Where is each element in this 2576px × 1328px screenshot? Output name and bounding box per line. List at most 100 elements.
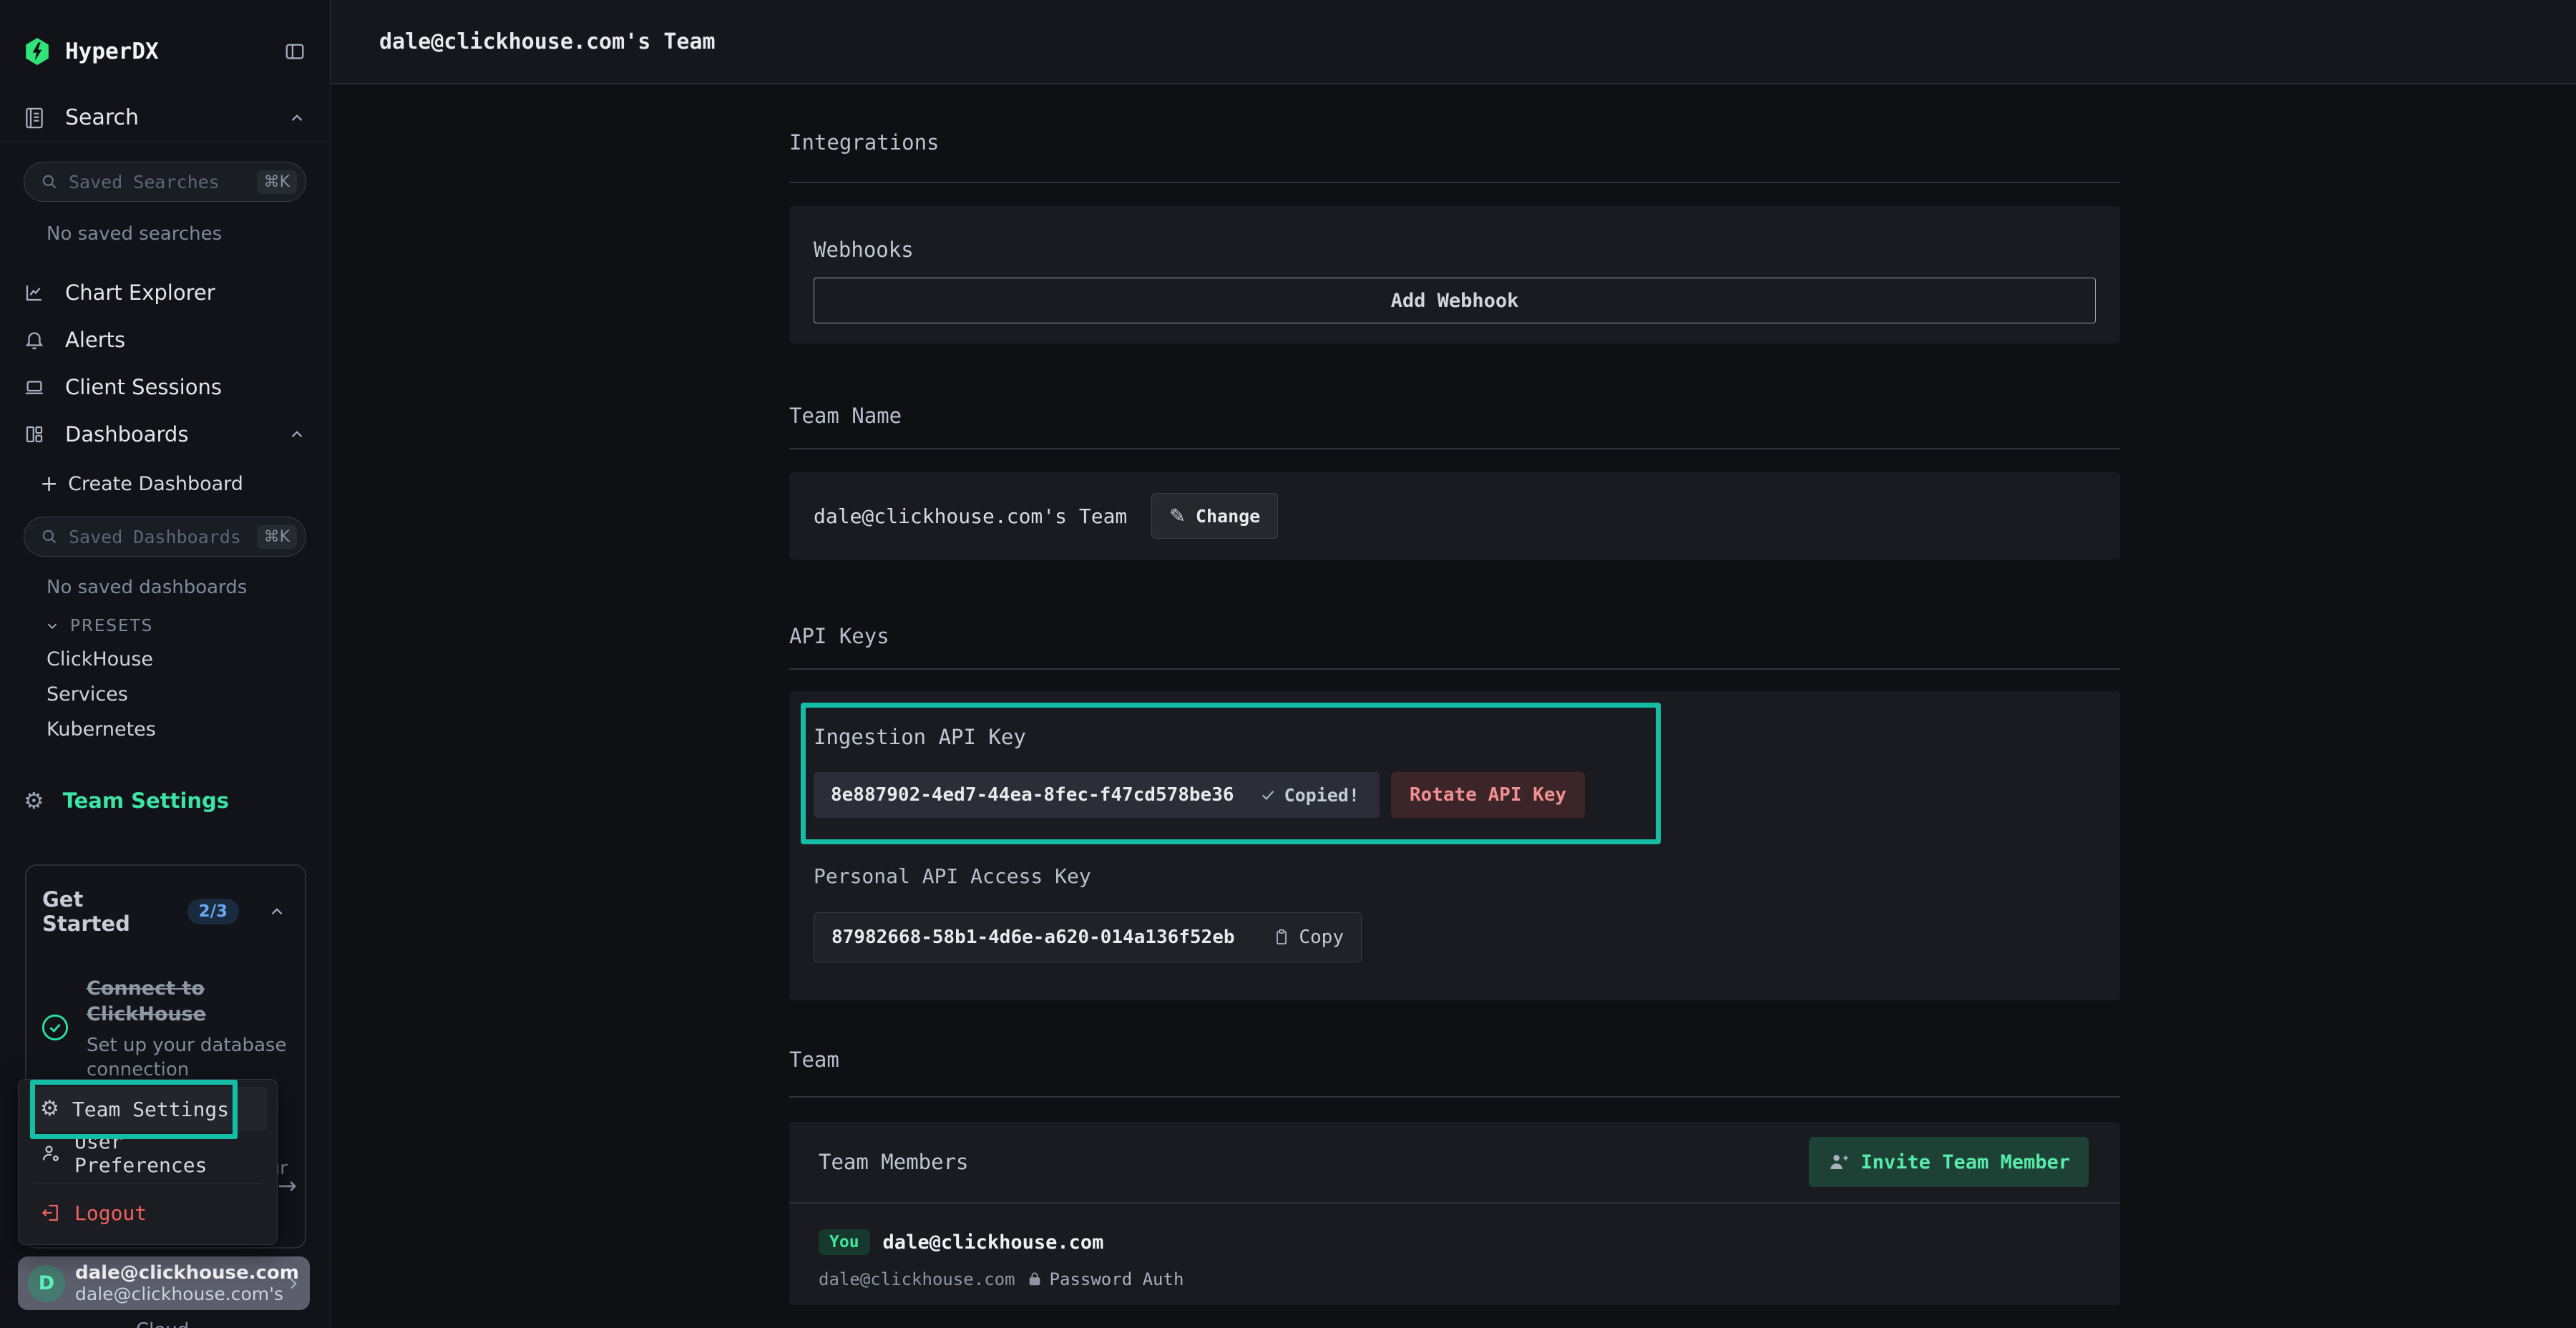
saved-dashboards-shortcut: ⌘K	[257, 525, 297, 549]
clipboard-icon	[1273, 928, 1290, 947]
gear-icon: ⚙	[40, 1098, 59, 1120]
topbar: dale@clickhouse.com's Team	[331, 0, 2576, 84]
sidebar-item-team-settings[interactable]: ⚙ Team Settings	[0, 778, 330, 824]
presets-label: PRESETS	[70, 617, 153, 635]
chart-line-icon	[24, 282, 45, 303]
user-team: dale@clickhouse.com's	[75, 1284, 274, 1304]
auth-method-label: Password Auth	[1050, 1269, 1184, 1289]
preset-kubernetes[interactable]: Kubernetes	[47, 718, 330, 741]
get-started-step-1[interactable]: Connect to ClickHouse Set up your databa…	[26, 976, 305, 1082]
user-name: dale@clickhouse.com	[75, 1262, 274, 1284]
sidebar-item-chart-explorer[interactable]: Chart Explorer	[0, 269, 330, 316]
logo-row: HyperDX	[0, 0, 330, 74]
progress-badge: 2/3	[187, 899, 239, 924]
personal-key-value: 87982668-58b1-4d6e-a620-014a136f52eb	[831, 927, 1235, 948]
invite-button-label: Invite Team Member	[1860, 1151, 2070, 1173]
team-member-row: You dale@clickhouse.com dale@clickhouse.…	[789, 1204, 2120, 1289]
sidebar-item-alerts[interactable]: Alerts	[0, 316, 330, 363]
saved-dashboards-input[interactable]	[69, 527, 247, 547]
sidebar-nav: Chart Explorer Alerts Client Sessions Da…	[0, 269, 330, 458]
chevron-up-icon	[288, 425, 306, 444]
laptop-icon	[24, 376, 45, 398]
magnifier-icon	[40, 527, 59, 546]
sidebar: HyperDX Search ⌘K No saved searches Char…	[0, 0, 331, 1328]
avatar: D	[28, 1265, 65, 1302]
personal-key-chip[interactable]: 87982668-58b1-4d6e-a620-014a136f52eb Cop…	[814, 912, 1362, 962]
copied-label: Copied!	[1284, 785, 1360, 806]
create-dashboard-button[interactable]: + Create Dashboard	[0, 462, 330, 505]
webhooks-title: Webhooks	[814, 238, 2096, 262]
dashboard-grid-icon	[24, 424, 45, 445]
sidebar-item-label: Client Sessions	[65, 375, 306, 399]
team-name-card: dale@clickhouse.com's Team ✎ Change	[789, 472, 2120, 560]
menu-item-logout[interactable]: Logout	[29, 1191, 267, 1235]
gear-icon: ⚙	[24, 789, 44, 812]
main-content: Integrations Webhooks Add Webhook Team N…	[789, 84, 2120, 1305]
team-section-label: Team	[789, 1048, 2120, 1072]
step-description: Set up your database connection	[87, 1034, 291, 1083]
rotate-api-key-button[interactable]: Rotate API Key	[1391, 772, 1585, 818]
sidebar-item-label: Chart Explorer	[65, 280, 306, 305]
team-members-title: Team Members	[819, 1150, 969, 1174]
member-email: dale@clickhouse.com	[819, 1269, 1015, 1289]
ingestion-key-chip[interactable]: 8e887902-4ed7-44ea-8fec-f47cd578be36 Cop…	[814, 772, 1380, 818]
webhooks-card: Webhooks Add Webhook	[789, 206, 2120, 343]
copy-button[interactable]: Copy	[1273, 927, 1344, 948]
user-gear-icon	[40, 1143, 62, 1164]
chevron-up-icon[interactable]	[268, 902, 286, 921]
hyperdx-logo-icon	[24, 36, 51, 67]
section-divider	[789, 668, 2120, 670]
team-name-value: dale@clickhouse.com's Team	[814, 504, 1127, 528]
change-button-label: Change	[1196, 506, 1260, 527]
invite-team-member-button[interactable]: Invite Team Member	[1809, 1137, 2089, 1187]
section-divider	[789, 182, 2120, 183]
presets-toggle[interactable]: PRESETS	[44, 617, 330, 635]
integrations-section-label: Integrations	[789, 130, 2120, 155]
menu-item-label: Logout	[74, 1201, 147, 1225]
saved-searches-input-wrap: ⌘K	[24, 162, 306, 202]
menu-item-team-settings[interactable]: ⚙ Team Settings	[29, 1087, 267, 1131]
copy-label: Copy	[1299, 927, 1344, 948]
check-icon	[1260, 787, 1276, 803]
menu-item-user-preferences[interactable]: User Preferences	[29, 1131, 267, 1176]
copied-indicator: Copied!	[1260, 785, 1360, 806]
saved-searches-shortcut: ⌘K	[257, 170, 297, 194]
saved-searches-input[interactable]	[69, 172, 247, 192]
sidebar-item-dashboards[interactable]: Dashboards	[0, 411, 330, 458]
member-name: dale@clickhouse.com	[883, 1231, 1104, 1254]
magnifier-icon	[40, 172, 59, 191]
personal-key-title: Personal API Access Key	[814, 864, 2120, 888]
search-section-icon	[24, 106, 45, 130]
user-menu-popup: ⚙ Team Settings User Preferences Logout	[18, 1079, 278, 1245]
create-dashboard-label: Create Dashboard	[68, 473, 243, 495]
change-team-name-button[interactable]: ✎ Change	[1151, 493, 1278, 539]
arrow-right-icon: →	[278, 1172, 297, 1199]
add-webhook-button[interactable]: Add Webhook	[814, 278, 2096, 323]
menu-item-label: User Preferences	[74, 1130, 255, 1177]
search-section-label: Search	[65, 105, 268, 130]
section-divider	[789, 1096, 2120, 1098]
chevron-down-icon	[44, 618, 60, 634]
plus-icon: +	[40, 472, 58, 497]
search-section-header[interactable]: Search	[0, 94, 330, 142]
step-title: Connect to ClickHouse	[87, 976, 291, 1028]
menu-item-label: Team Settings	[72, 1098, 229, 1121]
ingestion-key-value: 8e887902-4ed7-44ea-8fec-f47cd578be36	[831, 784, 1234, 806]
bell-icon	[24, 329, 45, 351]
app-title: HyperDX	[65, 39, 269, 64]
annotation-box-ingestion-key: Ingestion API Key 8e887902-4ed7-44ea-8fe…	[801, 703, 1661, 844]
lock-icon	[1027, 1271, 1043, 1288]
preset-clickhouse[interactable]: ClickHouse	[47, 648, 330, 670]
api-keys-section-label: API Keys	[789, 624, 2120, 648]
section-divider	[789, 448, 2120, 449]
team-name-section-label: Team Name	[789, 404, 2120, 428]
chevron-right-icon	[284, 1274, 303, 1293]
user-account-button[interactable]: D dale@clickhouse.com dale@clickhouse.co…	[18, 1256, 310, 1310]
sidebar-item-client-sessions[interactable]: Client Sessions	[0, 363, 330, 411]
logout-icon	[40, 1202, 62, 1224]
get-started-title: Get Started	[42, 887, 173, 936]
preset-services[interactable]: Services	[47, 683, 330, 706]
team-settings-label: Team Settings	[63, 788, 229, 813]
sidebar-toggle-icon[interactable]	[283, 41, 306, 62]
no-saved-dashboards-text: No saved dashboards	[47, 577, 330, 598]
